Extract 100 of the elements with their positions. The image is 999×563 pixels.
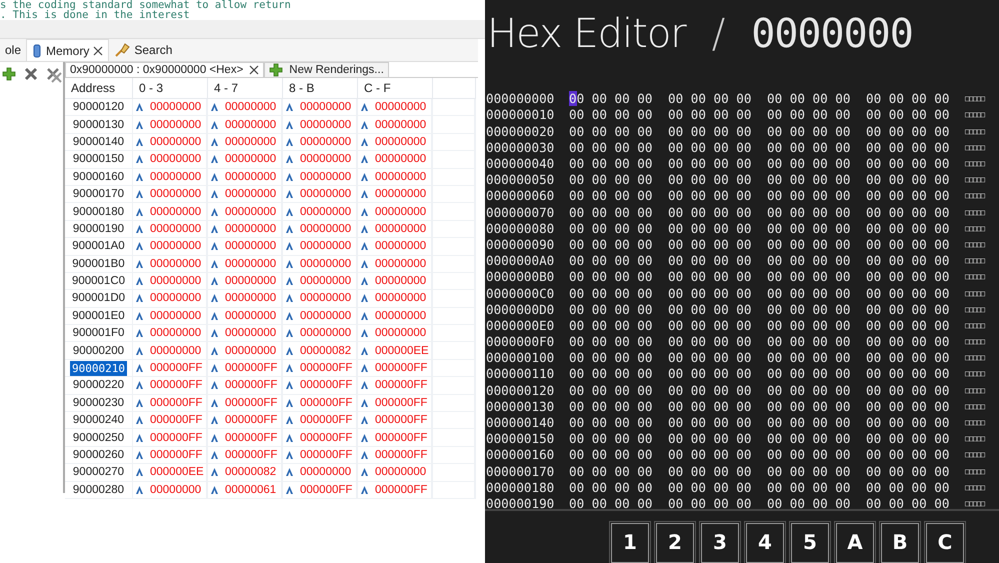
byte-group[interactable]: 00 00 00 00 [866, 334, 965, 350]
byte-group[interactable]: 00 00 00 00 [569, 447, 668, 462]
address-cell[interactable]: 900001E0 [70, 308, 127, 323]
byte-group[interactable]: 00 00 00 00 [767, 204, 866, 220]
byte-group[interactable]: 00 00 00 00 [668, 447, 767, 462]
byte-group[interactable]: 00 00 00 00 [569, 302, 668, 317]
byte-group[interactable]: 00 00 00 00 [668, 302, 767, 317]
byte-group[interactable]: 00 00 00 00 [866, 415, 965, 430]
byte-group[interactable]: 00 00 00 00 [569, 236, 668, 252]
key-button[interactable]: 3 [701, 523, 739, 563]
address-cell[interactable]: 90000250 [70, 430, 126, 445]
byte-group[interactable]: 00 00 00 00 [569, 253, 668, 268]
byte-group[interactable]: 00 00 00 00 [767, 334, 866, 350]
byte-group[interactable]: 00 00 00 00 [866, 496, 965, 509]
address-cell[interactable]: 90000280 [70, 482, 126, 497]
key-button[interactable]: 5 [791, 523, 829, 563]
address-cell[interactable]: 90000260 [70, 448, 126, 462]
byte-group[interactable]: 00 00 00 00 [569, 318, 668, 333]
rendering-tab[interactable]: 0x90000000 : 0x90000000 <Hex> [65, 62, 264, 77]
close-button[interactable] [249, 65, 260, 75]
byte-group[interactable]: 00 00 00 00 [866, 269, 965, 284]
byte-group[interactable]: 00 00 00 00 [668, 204, 767, 220]
byte-group[interactable]: 00 00 00 00 [767, 172, 866, 188]
byte-group[interactable]: 00 00 00 00 [767, 415, 866, 430]
byte-group[interactable]: 00 00 00 00 [668, 480, 767, 495]
byte-group[interactable]: 00 00 00 00 [569, 204, 668, 220]
byte-group[interactable]: 00 00 00 00 [569, 415, 668, 430]
byte-group[interactable]: 00 00 00 00 [569, 464, 668, 479]
key-button[interactable]: C [926, 523, 964, 563]
address-cell[interactable]: 900001F0 [70, 326, 126, 340]
byte-group[interactable]: 00 00 00 00 [569, 431, 668, 446]
byte-group[interactable]: 00 00 00 00 [767, 107, 866, 122]
byte-group[interactable]: 00 00 00 00 [668, 269, 767, 284]
view-tab[interactable]: ole [0, 39, 26, 61]
byte-group[interactable]: 00 00 00 00 [767, 366, 866, 382]
byte-group[interactable]: 00 00 00 00 [668, 366, 767, 382]
address-cell[interactable]: 900001B0 [70, 256, 127, 271]
byte-group[interactable]: 00 00 00 00 [866, 140, 965, 155]
byte-group[interactable]: 00 00 00 00 [668, 140, 767, 155]
byte-group[interactable]: 00 00 00 00 [866, 91, 965, 106]
byte-group[interactable]: 00 00 00 00 [668, 91, 767, 106]
byte-group[interactable]: 00 00 00 00 [569, 286, 668, 301]
address-cell[interactable]: 90000240 [70, 413, 126, 428]
byte-group[interactable]: 00 00 00 00 [767, 431, 866, 446]
byte-group[interactable]: 00 00 00 00 [569, 334, 668, 350]
byte-group[interactable]: 00 00 00 00 [569, 480, 668, 495]
address-cell[interactable]: 90000270 [70, 465, 126, 480]
byte-group[interactable]: 00 00 00 00 [767, 447, 866, 462]
byte-group[interactable]: 00 00 00 00 [767, 398, 866, 414]
close-button[interactable] [93, 46, 104, 56]
byte-group[interactable]: 00 00 00 00 [668, 156, 767, 172]
byte-group[interactable]: 00 00 00 00 [866, 366, 965, 382]
address-cell[interactable]: 90000120 [70, 100, 126, 114]
byte-group[interactable]: 00 00 00 00 [767, 188, 866, 204]
byte-group[interactable]: 00 00 00 00 [569, 350, 668, 366]
byte-group[interactable]: 00 00 00 00 [668, 253, 767, 268]
byte-group[interactable]: 00 00 00 00 [767, 269, 866, 284]
byte-group[interactable]: 00 00 00 00 [767, 124, 866, 139]
byte-group[interactable]: 00 00 00 00 [569, 366, 668, 382]
byte-group[interactable]: 00 00 00 00 [668, 107, 767, 122]
byte-group[interactable]: 00 00 00 00 [866, 236, 965, 252]
byte-group[interactable]: 00 00 00 00 [866, 447, 965, 462]
byte-group[interactable]: 00 00 00 00 [866, 204, 965, 220]
byte-group[interactable]: 00 00 00 00 [668, 464, 767, 479]
byte-group[interactable]: 00 00 00 00 [866, 107, 965, 122]
byte-group[interactable]: 00 00 00 00 [866, 172, 965, 188]
address-cell[interactable]: 90000160 [70, 170, 126, 184]
byte-group[interactable]: 00 00 00 00 [767, 220, 866, 236]
view-tab[interactable]: Search [109, 39, 178, 61]
byte-group[interactable]: 00 00 00 00 [569, 496, 668, 509]
byte-group[interactable]: 00 00 00 00 [767, 480, 866, 495]
byte-group[interactable]: 00 00 00 00 [569, 107, 668, 122]
address-cell[interactable]: 90000130 [70, 118, 126, 132]
byte-group[interactable]: 00 00 00 00 [767, 350, 866, 366]
address-cell[interactable]: 90000220 [70, 378, 126, 392]
byte-group[interactable]: 00 00 00 00 [866, 480, 965, 495]
address-cell[interactable]: 90000180 [70, 204, 126, 219]
byte-group[interactable]: 00 00 00 00 [866, 398, 965, 414]
byte-group[interactable]: 00 00 00 00 [668, 172, 767, 188]
byte-group[interactable]: 00 00 00 00 [767, 156, 866, 172]
byte-group[interactable]: 00 00 00 00 [866, 253, 965, 268]
byte-group[interactable]: 00 00 00 00 [767, 302, 866, 317]
byte-group[interactable]: 00 00 00 00 [569, 172, 668, 188]
address-cell[interactable]: 90000150 [70, 152, 126, 166]
byte-group[interactable]: 00 00 00 00 [767, 286, 866, 301]
byte-group[interactable]: 00 00 00 00 [668, 398, 767, 414]
byte-group[interactable]: 00 00 00 00 [767, 91, 866, 106]
byte-group[interactable]: 00 00 00 00 [767, 382, 866, 398]
view-tab[interactable]: Memory [26, 39, 110, 61]
byte-group[interactable]: 00 00 00 00 [569, 398, 668, 414]
byte-group[interactable]: 00 00 00 00 [866, 302, 965, 317]
key-button[interactable]: A [836, 523, 874, 563]
byte-group[interactable]: 00 00 00 00 [767, 236, 866, 252]
byte-group[interactable]: 00 00 00 00 [866, 220, 965, 236]
byte-group[interactable]: 00 00 00 00 [668, 350, 767, 366]
address-cell[interactable]: 900001C0 [70, 274, 128, 288]
byte-group[interactable]: 00 00 00 00 [866, 318, 965, 333]
byte-group[interactable]: 00 00 00 00 [668, 431, 767, 446]
byte-group[interactable]: 00 00 00 00 [767, 318, 866, 333]
byte-group[interactable]: 00 00 00 00 [569, 124, 668, 139]
